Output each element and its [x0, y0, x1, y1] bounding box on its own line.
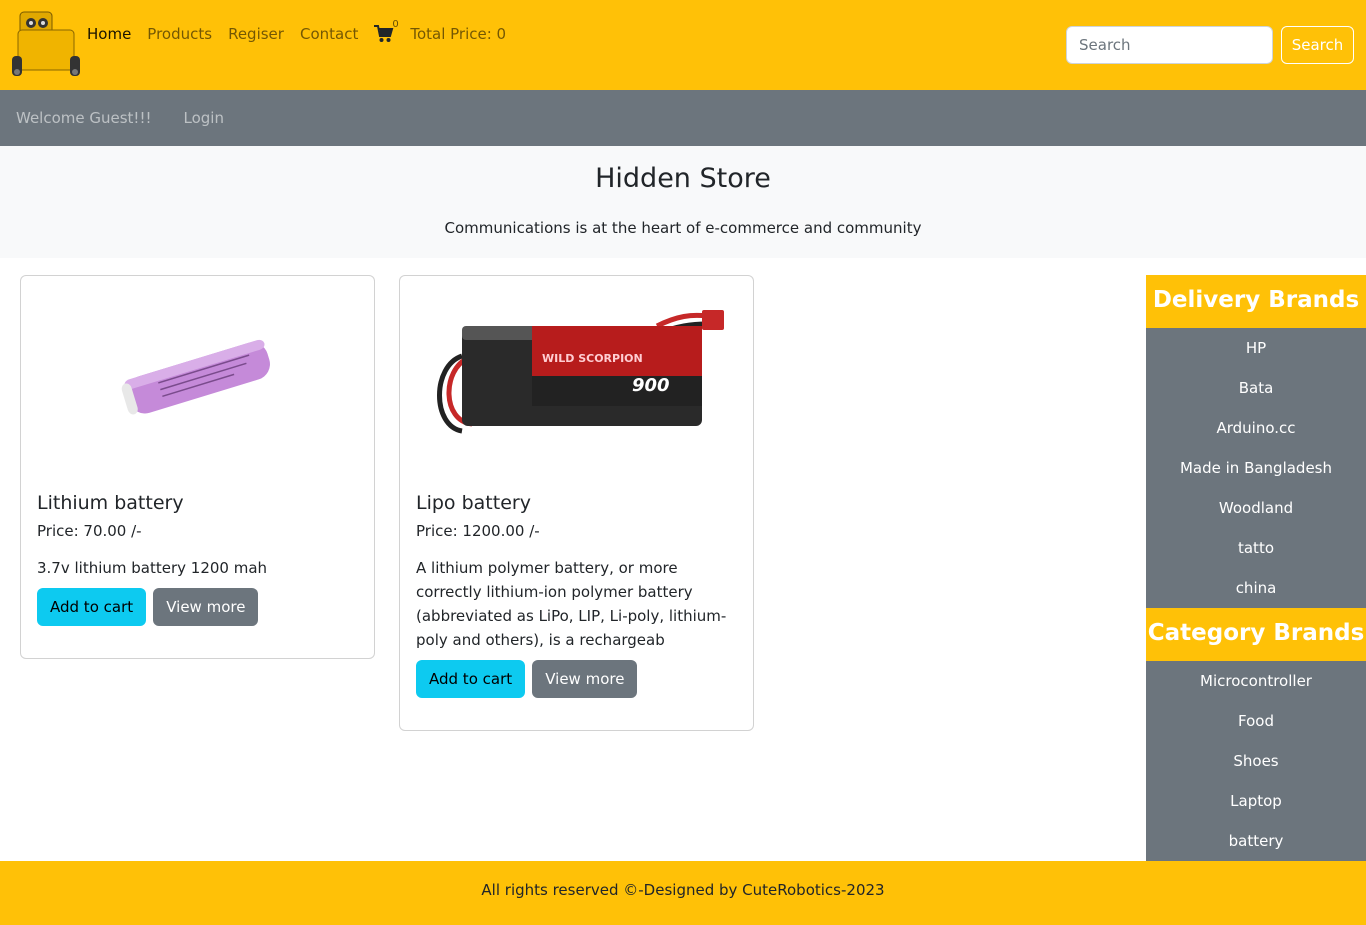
sidebar-item-tatto[interactable]: tatto — [1146, 528, 1366, 568]
sidebar-item-hp[interactable]: HP — [1146, 328, 1366, 368]
cart-count: 0 — [392, 19, 399, 30]
sidebar-item-woodland[interactable]: Woodland — [1146, 488, 1366, 528]
product-image — [21, 276, 374, 476]
footer: All rights reserved ©-Designed by CuteRo… — [0, 861, 1366, 925]
product-price: Price: 1200.00 /- — [416, 522, 540, 540]
product-card: Lithium battery Price: 70.00 /- 3.7v lit… — [20, 275, 375, 659]
brand-sidebar: Delivery Brands HP Bata Arduino.cc Made … — [1146, 275, 1366, 861]
total-price: Total Price: 0 — [410, 25, 507, 43]
user-bar: Welcome Guest!!! Login — [0, 90, 1366, 146]
cart-icon — [374, 25, 394, 42]
product-image: 900 WILD SCORPION — [400, 276, 753, 476]
nav-link-home[interactable]: Home — [87, 25, 131, 43]
nav-links: Home Products Regiser Contact 0 Total Pr… — [87, 19, 507, 46]
nav-link-contact[interactable]: Contact — [300, 25, 358, 43]
search-button[interactable]: Search — [1281, 26, 1354, 64]
nav-link-register[interactable]: Regiser — [228, 25, 284, 43]
view-more-button[interactable]: View more — [153, 588, 259, 626]
top-navbar: Home Products Regiser Contact 0 Total Pr… — [0, 0, 1366, 90]
product-card: 900 WILD SCORPION Lipo battery Price: 12… — [399, 275, 754, 731]
view-more-button[interactable]: View more — [532, 660, 638, 698]
sidebar-item-microcontroller[interactable]: Microcontroller — [1146, 661, 1366, 701]
product-price: Price: 70.00 /- — [37, 522, 142, 540]
search-input[interactable] — [1066, 26, 1273, 64]
nav-link-products[interactable]: Products — [147, 25, 212, 43]
add-to-cart-button[interactable]: Add to cart — [37, 588, 147, 626]
delivery-brands-heading: Delivery Brands — [1146, 275, 1366, 328]
product-title: Lipo battery — [416, 492, 531, 514]
product-description: 3.7v lithium battery 1200 mah — [37, 559, 268, 577]
category-brands-heading: Category Brands — [1146, 608, 1366, 661]
page-title: Hidden Store — [595, 163, 771, 194]
lipo-battery-image: 900 WILD SCORPION — [436, 310, 724, 434]
hero-section: Hidden Store Communications is at the he… — [0, 146, 1366, 258]
page-subtitle: Communications is at the heart of e-comm… — [444, 219, 922, 237]
sidebar-item-battery[interactable]: battery — [1146, 821, 1366, 861]
sidebar-item-laptop[interactable]: Laptop — [1146, 781, 1366, 821]
footer-text: All rights reserved ©-Designed by CuteRo… — [481, 881, 885, 899]
lipo-capacity-label: 900 — [632, 375, 670, 396]
lithium-battery-image — [121, 339, 270, 415]
sidebar-item-made-in-bangladesh[interactable]: Made in Bangladesh — [1146, 448, 1366, 488]
login-link[interactable]: Login — [183, 109, 223, 127]
add-to-cart-button[interactable]: Add to cart — [416, 660, 526, 698]
robot-logo-icon[interactable] — [12, 10, 80, 80]
product-title: Lithium battery — [37, 492, 184, 514]
welcome-text: Welcome Guest!!! — [16, 109, 152, 127]
sidebar-item-shoes[interactable]: Shoes — [1146, 741, 1366, 781]
product-description: A lithium polymer battery, or more corre… — [416, 559, 727, 649]
sidebar-item-china[interactable]: china — [1146, 568, 1366, 608]
sidebar-item-arduino[interactable]: Arduino.cc — [1146, 408, 1366, 448]
sidebar-item-food[interactable]: Food — [1146, 701, 1366, 741]
cart-button[interactable]: 0 — [374, 19, 399, 43]
svg-text:WILD SCORPION: WILD SCORPION — [542, 352, 643, 365]
sidebar-item-bata[interactable]: Bata — [1146, 368, 1366, 408]
